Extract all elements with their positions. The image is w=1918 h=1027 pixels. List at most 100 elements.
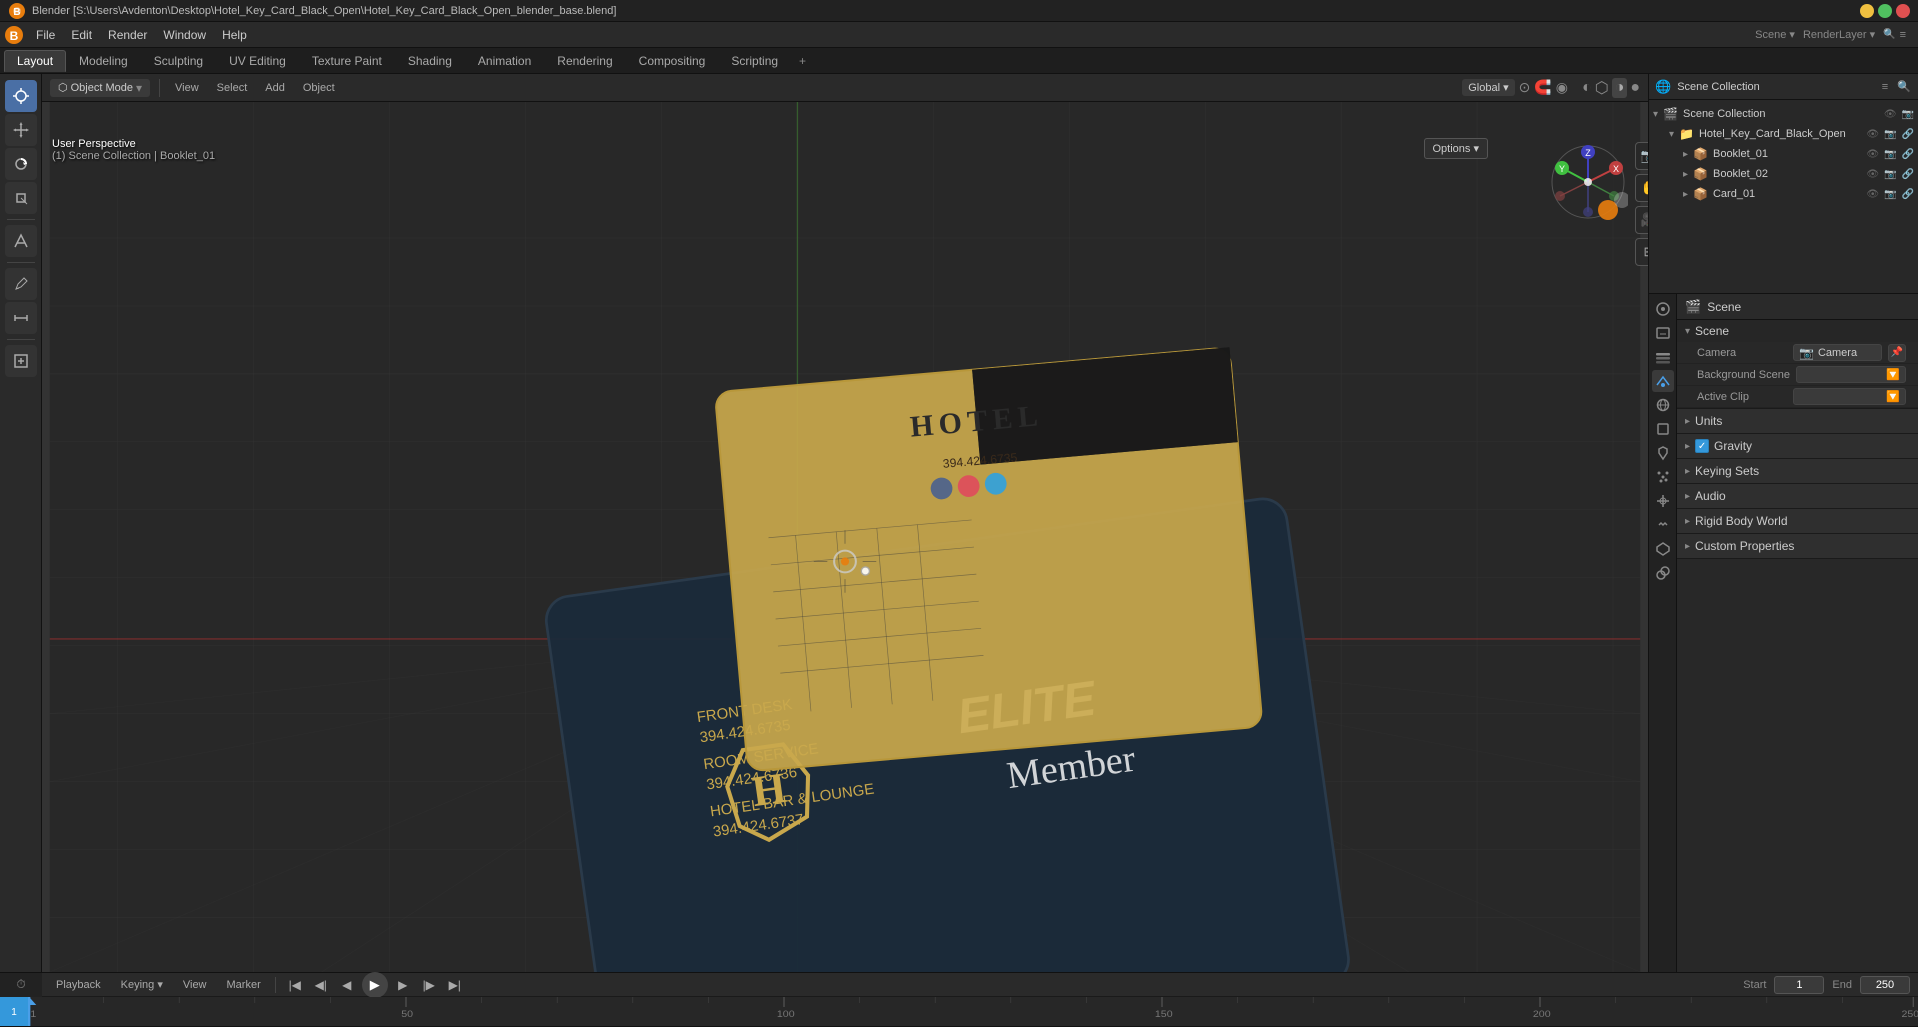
add-object-tool[interactable] <box>5 345 37 377</box>
jump-to-end-btn[interactable]: ▶| <box>444 974 466 996</box>
maximize-button[interactable] <box>1878 4 1892 18</box>
camera-value[interactable]: 📷 Camera <box>1793 344 1882 361</box>
transform-tool[interactable] <box>5 225 37 257</box>
visibility-icon[interactable]: 👁 <box>1884 109 1897 120</box>
outliner-booklet-02[interactable]: ▸ 📦 Booklet_02 👁 📷 🔗 <box>1649 164 1918 184</box>
scene-subsection-toggle[interactable]: ▾ Scene <box>1677 320 1918 342</box>
b01-link-icon[interactable]: 🔗 <box>1902 149 1914 160</box>
menu-help[interactable]: Help <box>214 26 255 44</box>
start-frame-field[interactable]: 1 <box>1774 976 1824 994</box>
tab-sculpting[interactable]: Sculpting <box>141 50 216 72</box>
viewport-shading-material[interactable]: ◑ <box>1612 78 1628 98</box>
cursor-tool[interactable] <box>5 80 37 112</box>
hotel-link-icon[interactable]: 🔗 <box>1902 129 1914 140</box>
menu-file[interactable]: File <box>28 26 63 44</box>
tab-modifier-properties[interactable] <box>1652 442 1674 464</box>
render-icon[interactable]: 📷 <box>1902 109 1914 120</box>
minimize-button[interactable] <box>1860 4 1874 18</box>
window-controls[interactable] <box>1860 4 1910 18</box>
select-menu[interactable]: Select <box>211 80 254 96</box>
view-menu[interactable]: View <box>169 80 205 96</box>
play-btn[interactable]: ▶ <box>362 972 388 998</box>
play-back-btn[interactable]: ◀ <box>336 974 358 996</box>
viewport-shading-wireframe[interactable]: ⬡ <box>1595 78 1609 98</box>
rotate-tool[interactable] <box>5 148 37 180</box>
hotel-render-icon[interactable]: 📷 <box>1884 129 1896 140</box>
tab-rendering[interactable]: Rendering <box>544 50 625 72</box>
c01-link-icon[interactable]: 🔗 <box>1902 189 1914 200</box>
current-frame-indicator[interactable]: 1 <box>0 997 28 1027</box>
gravity-checkbox[interactable]: ✓ <box>1695 439 1709 453</box>
b01-visibility-icon[interactable]: 👁 <box>1866 149 1879 160</box>
view-menu-tl[interactable]: View <box>177 977 213 993</box>
global-dropdown[interactable]: Global ▾ <box>1462 79 1514 96</box>
navigation-gizmo[interactable]: X Y Z <box>1548 142 1628 222</box>
tab-uv-editing[interactable]: UV Editing <box>216 50 299 72</box>
menu-window[interactable]: Window <box>155 26 214 44</box>
tab-data-properties[interactable] <box>1652 538 1674 560</box>
gravity-section-toggle[interactable]: ▸ ✓ Gravity <box>1677 434 1918 458</box>
c01-visibility-icon[interactable]: 👁 <box>1866 189 1879 200</box>
annotate-tool[interactable] <box>5 268 37 300</box>
scale-tool[interactable] <box>5 182 37 214</box>
outliner-filter-btn[interactable]: ≡ <box>1877 79 1893 95</box>
object-mode-dropdown[interactable]: ⬡ Object Mode ▾ <box>50 79 150 97</box>
keying-sets-toggle[interactable]: ▸ Keying Sets <box>1677 459 1918 483</box>
outliner-booklet-01[interactable]: ▸ 📦 Booklet_01 👁 📷 🔗 <box>1649 144 1918 164</box>
tab-physics-properties[interactable] <box>1652 490 1674 512</box>
tab-particles-properties[interactable] <box>1652 466 1674 488</box>
timeline-track[interactable]: 1 1 50 100 <box>0 997 1918 1027</box>
tab-world-properties[interactable] <box>1652 394 1674 416</box>
tab-modeling[interactable]: Modeling <box>66 50 141 72</box>
camera-pin-btn[interactable]: 📌 <box>1888 344 1906 362</box>
proportional-btn[interactable]: ◉ <box>1556 79 1568 96</box>
menu-edit[interactable]: Edit <box>63 26 100 44</box>
b02-render-icon[interactable]: 📷 <box>1884 169 1896 180</box>
outliner-scene-collection[interactable]: ▾ 🎬 Scene Collection 👁 📷 <box>1649 104 1918 124</box>
view-hand-btn[interactable]: ✋ <box>1635 174 1648 202</box>
tab-constraints-properties[interactable] <box>1652 514 1674 536</box>
background-scene-value[interactable]: 🔽 <box>1796 366 1906 383</box>
outliner-hotel-key[interactable]: ▾ 📁 Hotel_Key_Card_Black_Open 👁 📷 🔗 <box>1649 124 1918 144</box>
b01-render-icon[interactable]: 📷 <box>1884 149 1896 160</box>
play-fwd-btn[interactable]: ▶ <box>392 974 414 996</box>
tab-scene-properties[interactable] <box>1652 370 1674 392</box>
tab-render-properties[interactable] <box>1652 298 1674 320</box>
tab-material-properties[interactable] <box>1652 562 1674 584</box>
tab-texture-paint[interactable]: Texture Paint <box>299 50 395 72</box>
view-camera-btn[interactable]: 📷 <box>1635 142 1648 170</box>
add-menu[interactable]: Add <box>259 80 291 96</box>
renderlayer-selector[interactable]: RenderLayer ▾ <box>1803 28 1875 41</box>
menu-render[interactable]: Render <box>100 26 155 44</box>
b02-visibility-icon[interactable]: 👁 <box>1866 169 1879 180</box>
scene-selector[interactable]: Scene ▾ <box>1755 28 1795 41</box>
b02-link-icon[interactable]: 🔗 <box>1902 169 1914 180</box>
snap-btn[interactable]: 🧲 <box>1534 79 1551 96</box>
jump-fwd-btn[interactable]: |▶ <box>418 974 440 996</box>
close-button[interactable] <box>1896 4 1910 18</box>
playback-menu[interactable]: Playback <box>50 977 107 993</box>
tab-compositing[interactable]: Compositing <box>626 50 719 72</box>
view-grid-btn[interactable]: ⊞ <box>1635 238 1648 266</box>
add-workspace-button[interactable]: + <box>791 51 814 71</box>
tab-viewlayer-properties[interactable] <box>1652 346 1674 368</box>
jump-back-btn[interactable]: ◀| <box>310 974 332 996</box>
viewport[interactable]: ⬡ Object Mode ▾ View Select Add Object G… <box>42 74 1648 972</box>
audio-section-toggle[interactable]: ▸ Audio <box>1677 484 1918 508</box>
keying-menu[interactable]: Keying ▾ <box>115 976 169 993</box>
tab-layout[interactable]: Layout <box>4 50 66 72</box>
pivot-btn[interactable]: ⊙ <box>1519 79 1531 96</box>
viewport-options-button[interactable]: Options ▾ <box>1424 138 1489 159</box>
move-tool[interactable] <box>5 114 37 146</box>
end-frame-field[interactable]: 250 <box>1860 976 1910 994</box>
marker-menu[interactable]: Marker <box>221 977 267 993</box>
units-section-toggle[interactable]: ▸ Units <box>1677 409 1918 433</box>
rigid-body-section-toggle[interactable]: ▸ Rigid Body World <box>1677 509 1918 533</box>
viewport-shading-solid[interactable]: ◐ <box>1582 79 1592 97</box>
tab-animation[interactable]: Animation <box>465 50 544 72</box>
viewport-canvas[interactable]: H FRONT DESK 394.424.6735 ROOM SERVICE 3… <box>42 102 1648 972</box>
tab-output-properties[interactable] <box>1652 322 1674 344</box>
active-clip-value[interactable]: 🔽 <box>1793 388 1906 405</box>
c01-render-icon[interactable]: 📷 <box>1884 189 1896 200</box>
object-menu[interactable]: Object <box>297 80 341 96</box>
